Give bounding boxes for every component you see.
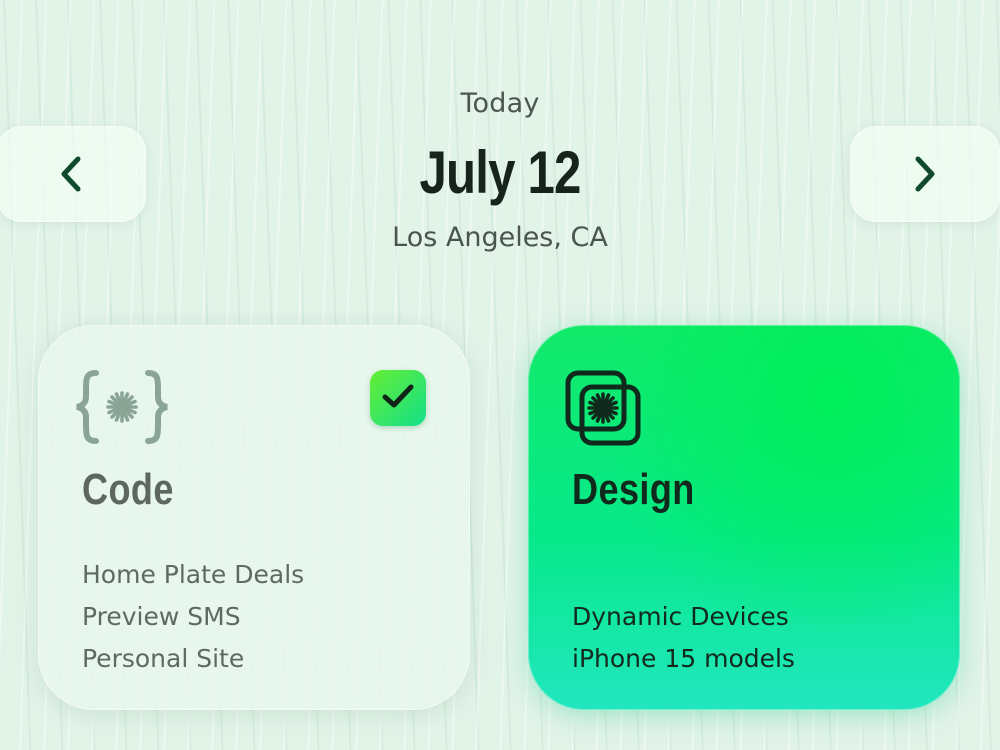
list-item[interactable]: Personal Site <box>82 638 304 680</box>
list-item[interactable]: Preview SMS <box>82 596 304 638</box>
stacked-squares-asterisk-icon <box>564 369 644 453</box>
next-day-button[interactable] <box>850 126 1000 222</box>
location-label: Los Angeles, CA <box>392 222 608 253</box>
list-item[interactable]: Dynamic Devices <box>572 596 795 638</box>
card-title: Code <box>82 465 174 514</box>
list-item[interactable]: Home Plate Deals <box>82 554 304 596</box>
card-title: Design <box>572 465 695 514</box>
card-item-list: Dynamic Devices iPhone 15 models <box>572 596 795 680</box>
curly-braces-asterisk-icon <box>74 369 170 449</box>
chevron-right-icon <box>912 154 938 194</box>
code-card[interactable]: Code Home Plate Deals Preview SMS Person… <box>38 325 470 710</box>
checkbox-checked[interactable] <box>370 370 426 426</box>
date-title: July 12 <box>419 139 581 206</box>
chevron-left-icon <box>58 154 84 194</box>
today-label: Today <box>460 88 540 119</box>
list-item[interactable]: iPhone 15 models <box>572 638 795 680</box>
previous-day-button[interactable] <box>0 126 146 222</box>
card-item-list: Home Plate Deals Preview SMS Personal Si… <box>82 554 304 680</box>
design-card[interactable]: Design Dynamic Devices iPhone 15 models <box>528 325 960 710</box>
checkmark-icon <box>381 382 415 414</box>
